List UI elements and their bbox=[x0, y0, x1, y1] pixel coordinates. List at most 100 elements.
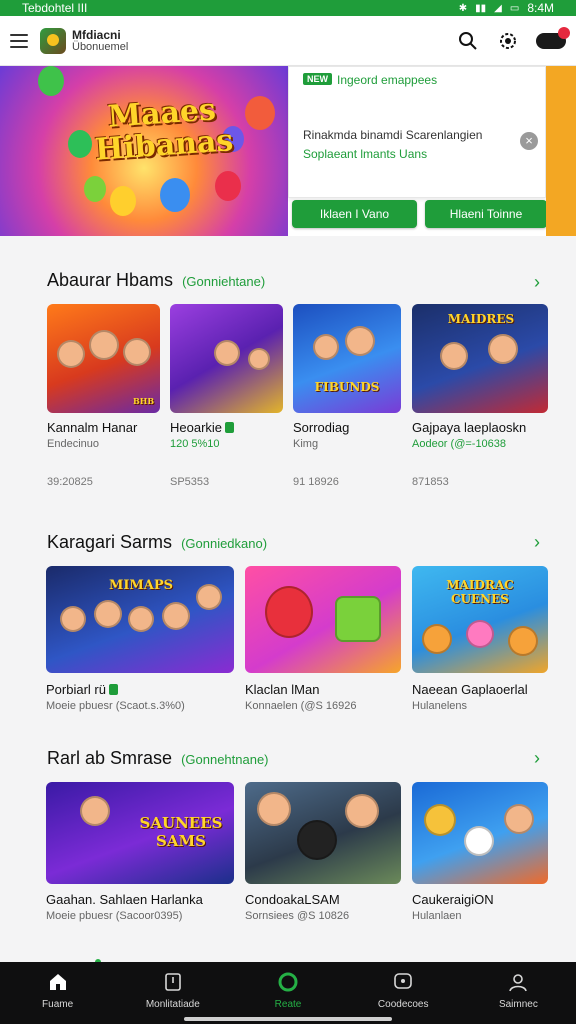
hero-info-panel: NEW Ingeord emappees Rinakmda binamdi Sc… bbox=[288, 66, 546, 198]
chevron-right-icon[interactable]: › bbox=[534, 532, 548, 552]
chevron-right-icon[interactable]: › bbox=[534, 272, 548, 292]
app-title: Mfdiacni bbox=[72, 27, 121, 42]
card-title: Klaclan lMan bbox=[245, 682, 320, 697]
app-logo[interactable] bbox=[40, 27, 66, 54]
balloon-shape bbox=[38, 66, 64, 96]
character-face bbox=[60, 606, 86, 632]
card-title: Sorrodiag bbox=[293, 420, 350, 435]
character-face bbox=[123, 338, 151, 366]
notification-toggle[interactable] bbox=[536, 26, 570, 49]
character-face bbox=[248, 348, 270, 370]
nav-item-center[interactable]: Reate bbox=[230, 962, 345, 1024]
game-card[interactable]: MAIDRAC CUENES Naeean Gaplaoerlal Hulane… bbox=[412, 566, 548, 716]
status-time: 8:4M bbox=[527, 1, 554, 15]
nav-item-library[interactable]: Monlitatiade bbox=[115, 962, 230, 1024]
battery-icon: ▭ bbox=[509, 2, 520, 14]
hero-primary-button[interactable]: Iklaen I Vano bbox=[292, 200, 417, 228]
card-title: Porbiarl rü bbox=[46, 682, 118, 697]
home-icon bbox=[47, 971, 69, 993]
card-subtitle: Endecinuo bbox=[47, 438, 99, 450]
game-card[interactable]: Klaclan lMan Konnaelen (@S 16926 bbox=[245, 566, 401, 716]
character-face bbox=[440, 342, 468, 370]
signal-icon: ▮▮ bbox=[475, 2, 487, 14]
search-button[interactable] bbox=[456, 29, 480, 53]
game-card[interactable]: BHB Kannalm Hanar Endecinuo 39:20825 bbox=[47, 304, 160, 494]
ring-icon bbox=[277, 971, 299, 993]
game-card[interactable]: MIMAPS Porbiarl rü Moeie pbuesr (Scaot.s… bbox=[46, 566, 234, 716]
chevron-right-icon[interactable]: › bbox=[534, 748, 548, 768]
game-thumbnail bbox=[170, 304, 283, 413]
game-card[interactable]: SAUNEES SAMS Gaahan. Sahlaen Harlanka Mo… bbox=[46, 782, 234, 932]
menu-button[interactable] bbox=[10, 33, 28, 48]
card-subtitle: Hulanelens bbox=[412, 700, 468, 712]
section-title-text: Abaurar Hbams bbox=[47, 270, 174, 290]
hero-badge-text: Ingeord emappees bbox=[337, 73, 438, 87]
thumb-art-text: FIBUNDS bbox=[314, 380, 380, 394]
character-face bbox=[257, 792, 291, 826]
status-bar: Tebdohtel III ✱ ▮▮ ◢ ▭ 8:4M bbox=[0, 0, 576, 16]
section-subtitle: (Gonnehtnane) bbox=[181, 752, 269, 767]
nav-label: Fuame bbox=[42, 999, 74, 1010]
status-icons: ✱ ▮▮ ◢ ▭ 8:4M bbox=[459, 1, 554, 15]
character-face bbox=[508, 626, 538, 656]
character-face bbox=[89, 330, 119, 360]
thumb-art-text: MAIDRES bbox=[447, 312, 515, 326]
person-icon bbox=[507, 971, 529, 993]
character-face bbox=[265, 586, 313, 638]
app-subtitle: Übonuemel bbox=[72, 40, 129, 53]
search-icon bbox=[459, 31, 477, 50]
game-card[interactable]: FIBUNDS Sorrodiag Kimg 91 18926 bbox=[293, 304, 401, 494]
character-face bbox=[80, 796, 110, 826]
game-card[interactable]: CaukeraigiON Hulanlaen bbox=[412, 782, 548, 932]
hero-art[interactable]: Maaes Hibanas bbox=[0, 66, 288, 236]
section-2: Karagari Sarms (Gonniedkano) › MIMAPS Po… bbox=[0, 506, 576, 726]
game-thumbnail: MAIDRES bbox=[412, 304, 548, 413]
balloon-shape bbox=[160, 178, 190, 212]
section-title-text: Rarl ab Smrase bbox=[47, 748, 173, 768]
nav-item-home[interactable]: Fuame bbox=[0, 962, 115, 1024]
nav-label: Coodecoes bbox=[377, 999, 429, 1010]
section-title: Rarl ab Smrase (Gonnehtnane) bbox=[47, 748, 269, 769]
card-subtitle: 120 5%10 bbox=[170, 438, 220, 450]
app-name: Mfdiacni Übonuemel bbox=[72, 29, 128, 53]
new-badge: NEW bbox=[303, 73, 332, 85]
hero-art-title: Maaes Hibanas bbox=[93, 92, 235, 168]
card-title: Naeean Gaplaoerlal bbox=[412, 682, 528, 697]
home-indicator[interactable] bbox=[184, 1017, 392, 1021]
section-3: Rarl ab Smrase (Gonnehtnane) › SAUNEES S… bbox=[0, 726, 576, 956]
game-card[interactable]: Heoarkie 120 5%10 SP5353 bbox=[170, 304, 283, 494]
game-card[interactable]: MAIDRES Gajpaya laeplaoskn Aodeor (@=-10… bbox=[412, 304, 548, 494]
hero-secondary-button[interactable]: Hlaeni Toinne bbox=[425, 200, 547, 228]
character-face bbox=[128, 606, 154, 632]
card-subtitle: Kimg bbox=[293, 438, 319, 450]
close-icon[interactable]: × bbox=[520, 132, 538, 150]
character-face bbox=[345, 794, 379, 828]
card-title: Gaahan. Sahlaen Harlanka bbox=[46, 892, 203, 907]
card-subtitle: Moeie pbuesr (Sacoor0395) bbox=[46, 910, 183, 922]
game-thumbnail bbox=[245, 782, 401, 884]
nav-item-profile[interactable]: Saimnec bbox=[461, 962, 576, 1024]
game-card[interactable]: CondoakaLSAM Sornsiees @S 10826 bbox=[245, 782, 401, 932]
nav-item-chat[interactable]: Coodecoes bbox=[346, 962, 461, 1024]
section-title: Abaurar Hbams (Gonniehtane) bbox=[47, 270, 265, 291]
carrier-label: Tebdohtel III bbox=[22, 1, 88, 15]
card-meta: 39:20825 bbox=[47, 476, 93, 488]
card-subtitle: Sornsiees @S 10826 bbox=[245, 910, 350, 922]
settings-button[interactable] bbox=[496, 29, 520, 53]
thumb-badge: BHB bbox=[133, 396, 155, 406]
character-face bbox=[422, 624, 452, 654]
wifi-icon: ◢ bbox=[494, 2, 502, 14]
bluetooth-icon: ✱ bbox=[458, 2, 468, 14]
card-subtitle: Hulanlaen bbox=[412, 910, 462, 922]
verified-icon bbox=[225, 422, 235, 433]
character-face bbox=[313, 334, 339, 360]
library-icon bbox=[162, 971, 184, 993]
balloon-shape bbox=[215, 171, 241, 201]
app-bar: Mfdiacni Übonuemel bbox=[0, 16, 576, 66]
character-face bbox=[488, 334, 518, 364]
card-title: Heoarkie bbox=[170, 420, 235, 435]
card-title: Kannalm Hanar bbox=[47, 420, 138, 435]
card-title: CondoakaLSAM bbox=[245, 892, 340, 907]
nav-label: Reate bbox=[274, 999, 302, 1010]
menu-icon-line bbox=[10, 33, 28, 36]
